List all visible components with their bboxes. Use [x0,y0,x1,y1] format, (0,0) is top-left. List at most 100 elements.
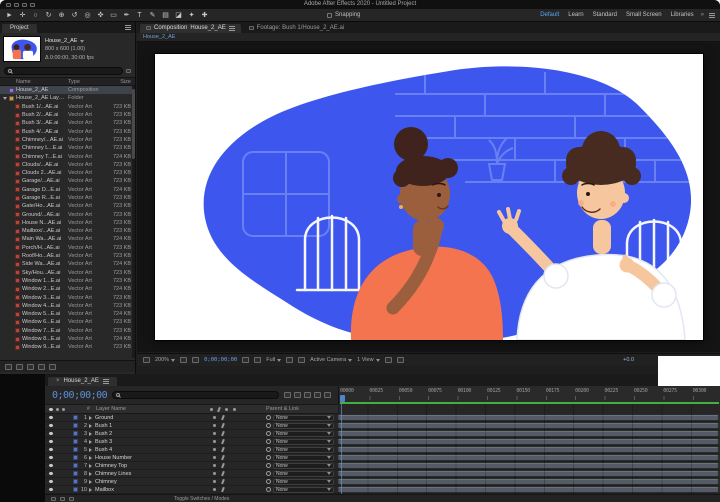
layer-track[interactable] [338,462,720,470]
layer-track[interactable] [338,486,720,494]
parent-dropdown[interactable]: None [273,439,334,445]
snapping-toggle[interactable]: Snapping [327,12,360,18]
layer-duration-bar[interactable] [338,431,718,436]
toggle-switches-modes-button[interactable]: Toggle Switches / Modes [174,496,229,502]
layer-duration-bar[interactable] [338,471,718,476]
parent-pickwhip-icon[interactable] [266,423,271,428]
ruler-icon[interactable] [180,357,187,363]
project-item-row[interactable]: Bush 1/...AE.ai Vector Art 723 KB [0,103,135,111]
panel-menu-icon[interactable] [125,25,131,30]
layer-label-color[interactable] [73,463,78,468]
layer-switches[interactable] [210,463,266,468]
layer-duration-bar[interactable] [338,487,718,492]
delete-icon[interactable] [49,364,56,370]
project-item-row[interactable]: House N...AE.ai Vector Art 723 KB [0,219,135,227]
transparency-grid-icon[interactable] [298,357,305,363]
layer-label-color[interactable] [73,423,78,428]
project-item-row[interactable]: Bush 3/...AE.ai Vector Art 723 KB [0,119,135,127]
parent-pickwhip-icon[interactable] [266,479,271,484]
timeline-layer-row[interactable]: 6 House Number None [45,454,720,462]
layer-track[interactable] [338,414,720,422]
hand-tool[interactable]: ✛ [18,12,27,19]
layer-switches[interactable] [210,487,266,492]
timeline-layer-row[interactable]: 1 Ground None [45,414,720,422]
anchor-point-tool[interactable]: ✜ [96,12,105,19]
clone-stamp-tool[interactable]: ▤ [161,12,170,19]
parent-dropdown[interactable]: None [273,447,334,453]
pen-tool[interactable]: ✒ [122,12,131,19]
layer-label-color[interactable] [73,479,78,484]
layer-switches[interactable] [210,423,266,428]
timeline-layer-row[interactable]: 3 Bush 2 None [45,430,720,438]
workspace-tab[interactable]: Standard [593,12,617,18]
layer-track[interactable] [338,446,720,454]
layer-track[interactable] [338,470,720,478]
project-item-row[interactable]: Window 4...E.ai Vector Art 723 KB [0,302,135,310]
project-item-row[interactable]: Roof/Ho...AE.ai Vector Art 723 KB [0,252,135,260]
layer-visibility-toggle[interactable] [49,480,58,483]
project-item-row[interactable]: Sky/Hou...AE.ai Vector Art 723 KB [0,269,135,277]
composition-mini-flowchart-icon[interactable] [284,392,291,398]
layer-visibility-toggle[interactable] [49,440,58,443]
parent-dropdown[interactable]: None [273,455,334,461]
project-item-row[interactable]: Garage/...AE.ai Vector Art 723 KB [0,177,135,185]
project-item-row[interactable]: Mailbox/...AE.ai Vector Art 723 KB [0,227,135,235]
timeline-layer-row[interactable]: 7 Chimney Top None [45,462,720,470]
project-item-row[interactable]: Window 8...E.ai Vector Art 724 KB [0,335,135,343]
grid-options-icon[interactable] [143,357,150,363]
zoom-tool[interactable]: ○ [31,12,40,19]
layer-switches[interactable] [210,479,266,484]
layer-visibility-toggle[interactable] [49,456,58,459]
current-timecode[interactable]: 0;00;00;00 [52,390,107,401]
window-icon[interactable] [22,3,27,7]
tab-project[interactable]: Project [2,24,37,33]
layer-duration-bar[interactable] [338,439,718,444]
filter-icon[interactable] [126,69,131,73]
timeline-layer-row[interactable]: 9 Chimney None [45,478,720,486]
layer-switches[interactable] [210,447,266,452]
column-header-name[interactable]: Name [0,79,68,85]
timeline-layer-row[interactable]: 10 Mailbox None [45,486,720,494]
parent-pickwhip-icon[interactable] [266,431,271,436]
layer-duration-bar[interactable] [338,423,718,428]
parent-dropdown[interactable]: None [273,463,334,469]
project-item-row[interactable]: House_2_AE Composition [0,86,135,94]
layer-label-color[interactable] [73,471,78,476]
layer-visibility-toggle[interactable] [49,424,58,427]
project-item-row[interactable]: Ground/...AE.ai Vector Art 723 KB [0,210,135,218]
composition-navigator[interactable]: House_2_AE [137,33,720,42]
color-depth-icon[interactable] [38,364,45,370]
draft-3d-icon[interactable] [294,392,301,398]
layer-duration-bar[interactable] [338,455,718,460]
selection-tool[interactable]: ► [5,12,14,19]
frame-blending-icon[interactable] [304,392,311,398]
snapshot-icon[interactable] [242,357,249,363]
parent-pickwhip-icon[interactable] [266,487,271,492]
text-tool[interactable]: T [135,12,144,19]
timeline-search-input[interactable] [112,391,279,399]
project-scrollbar[interactable] [132,86,135,358]
layer-visibility-toggle[interactable] [49,488,58,491]
resolution-dropdown[interactable]: Full [266,357,281,363]
audio-column-icon[interactable] [56,408,59,411]
video-column-icon[interactable] [49,408,53,411]
parent-dropdown[interactable]: None [273,471,334,477]
parent-dropdown[interactable]: None [273,479,334,485]
layer-track[interactable] [338,454,720,462]
close-icon[interactable]: × [56,378,60,384]
overflow-chevrons-icon[interactable]: » [701,12,704,18]
column-header-type[interactable]: Type [68,79,108,85]
timeline-layer-row[interactable]: 5 Bush 4 None [45,446,720,454]
project-item-row[interactable]: Window 1...E.ai Vector Art 723 KB [0,277,135,285]
camera-dropdown[interactable]: Active Camera [310,357,352,363]
expand-transfer-controls-icon[interactable] [60,497,65,501]
project-item-row[interactable]: Side Wa...AE.ai Vector Art 724 KB [0,260,135,268]
orbit-camera-tool[interactable]: ↻ [44,12,53,19]
layer-switches[interactable] [210,415,266,420]
pixel-aspect-icon[interactable] [385,357,392,363]
eraser-tool[interactable]: ◪ [174,12,183,19]
project-item-row[interactable]: Window 6...E.ai Vector Art 723 KB [0,318,135,326]
view-layout-dropdown[interactable]: 1 View [357,357,379,363]
project-item-row[interactable]: Window 5...E.ai Vector Art 724 KB [0,310,135,318]
viewer-timecode[interactable]: 0;00;00;00 [204,357,237,363]
